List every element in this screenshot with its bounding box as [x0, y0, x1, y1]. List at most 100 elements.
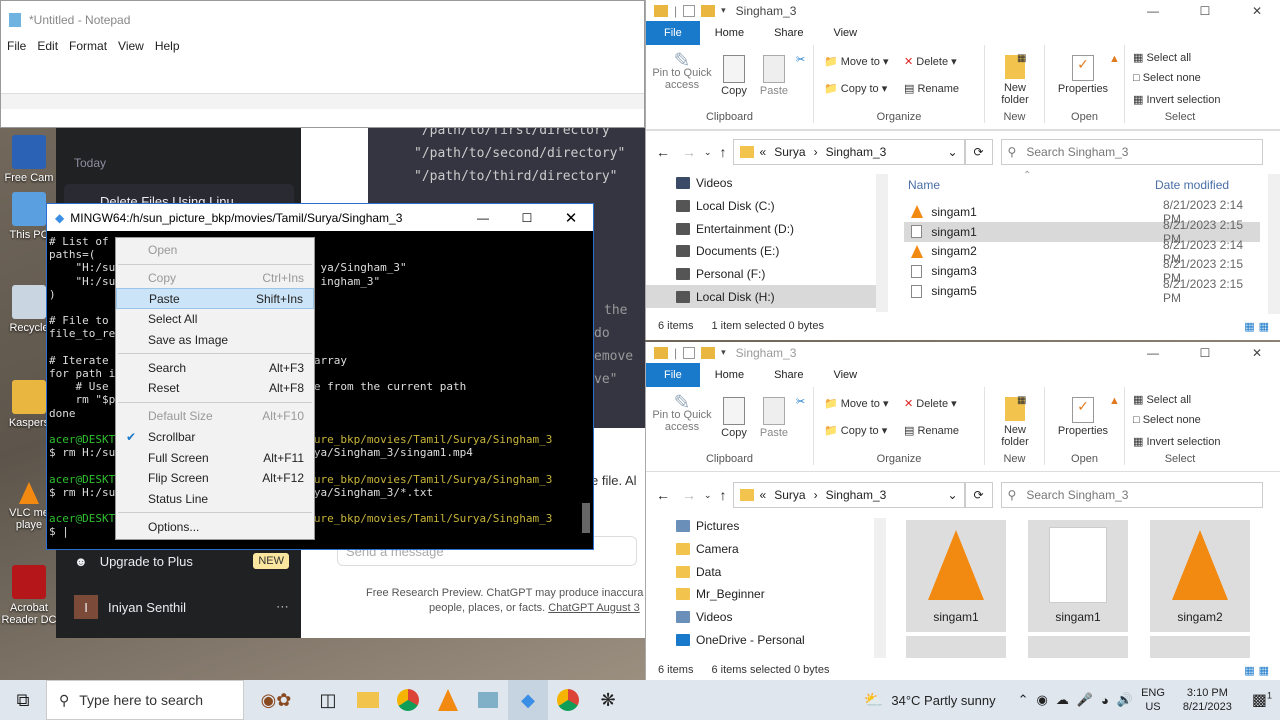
- horizontal-scrollbar[interactable]: [1, 93, 644, 109]
- nav-item[interactable]: Pictures: [646, 515, 878, 538]
- user-profile[interactable]: I Iniyan Senthil ⋯: [74, 595, 289, 619]
- paste-button[interactable]: Paste: [758, 397, 790, 439]
- select-all-button[interactable]: ▦ Select all: [1133, 51, 1191, 64]
- breadcrumb-surya[interactable]: Surya: [774, 145, 805, 159]
- select-none-button[interactable]: □ Select none: [1133, 414, 1201, 426]
- desktop-icon-freecam[interactable]: Free Cam: [0, 135, 58, 184]
- rename-button[interactable]: ▤ Rename: [904, 82, 959, 95]
- taskbar-openai[interactable]: ❋: [588, 680, 628, 720]
- menu-item-search[interactable]: Search Alt+F3: [116, 357, 314, 378]
- recent-chevron-icon[interactable]: ⌄: [704, 147, 712, 158]
- refresh-button[interactable]: ⟳: [964, 139, 993, 165]
- taskbar-mingw[interactable]: ◆: [508, 680, 548, 720]
- menu-item-save-as-image[interactable]: Save as Image: [116, 330, 314, 351]
- nav-item[interactable]: Personal (F:): [646, 263, 888, 286]
- view-toggle-icons[interactable]: ▦▦: [1244, 664, 1273, 677]
- file-scrollbar[interactable]: [1268, 174, 1280, 314]
- taskbar-chrome[interactable]: [388, 680, 428, 720]
- news-widget[interactable]: ◉✿: [244, 680, 308, 720]
- delete-button[interactable]: ✕ Delete ▾: [904, 55, 957, 68]
- menu-format[interactable]: Format: [69, 39, 107, 57]
- terminal-scrollbar[interactable]: [579, 231, 593, 549]
- close-button[interactable]: ✕: [1234, 4, 1280, 18]
- tab-share[interactable]: Share: [759, 369, 818, 381]
- new-folder-button[interactable]: New folder: [993, 55, 1037, 106]
- search-box[interactable]: ⚲ Search Singham_3: [1000, 139, 1263, 165]
- file-tile[interactable]: [1028, 636, 1128, 658]
- menu-item-paste[interactable]: Paste Shift+Ins: [116, 288, 314, 310]
- weather-text[interactable]: 34°C Partly sunny: [891, 693, 995, 708]
- column-date-modified[interactable]: Date modified: [1155, 178, 1229, 192]
- column-name[interactable]: Name: [908, 178, 940, 192]
- minimize-button[interactable]: —: [1130, 4, 1176, 18]
- microphone-icon[interactable]: 🎤: [1077, 692, 1093, 708]
- minimize-button[interactable]: —: [461, 211, 505, 225]
- nav-item[interactable]: Local Disk (H:): [646, 285, 888, 309]
- tab-file[interactable]: File: [646, 21, 700, 45]
- nav-item[interactable]: Entertainment (D:): [646, 217, 888, 240]
- taskbar-search[interactable]: ⚲ Type here to search: [46, 680, 244, 720]
- open-icon[interactable]: ▲: [1109, 395, 1120, 407]
- nav-item[interactable]: OneDrive - Personal: [646, 628, 878, 651]
- new-folder-button[interactable]: New folder: [993, 397, 1037, 448]
- forward-icon[interactable]: →: [682, 144, 696, 160]
- select-none-button[interactable]: □ Select none: [1133, 72, 1201, 84]
- chevron-down-icon[interactable]: ⌄: [947, 488, 957, 502]
- tab-share[interactable]: Share: [759, 27, 818, 39]
- invert-selection-button[interactable]: ▦ Invert selection: [1133, 93, 1220, 106]
- scissors-icon[interactable]: ✂: [796, 395, 805, 408]
- view-toggle-icons[interactable]: ▦▦: [1244, 320, 1273, 333]
- network-icon[interactable]: ◉: [1037, 692, 1048, 708]
- tab-file[interactable]: File: [646, 363, 700, 387]
- nav-scrollbar[interactable]: [874, 518, 886, 658]
- open-icon[interactable]: ▲: [1109, 53, 1120, 65]
- file-tile[interactable]: singam1: [906, 520, 1006, 632]
- nav-item[interactable]: Data: [646, 560, 878, 583]
- desktop-icon-acrobat[interactable]: Acrobat Reader DC: [0, 565, 58, 626]
- language-indicator[interactable]: ENG US: [1141, 686, 1165, 714]
- properties-icon[interactable]: [683, 346, 696, 359]
- maximize-button[interactable]: ☐: [1182, 346, 1228, 360]
- breadcrumb-surya[interactable]: Surya: [774, 488, 805, 502]
- scissors-icon[interactable]: ✂: [796, 53, 805, 66]
- close-button[interactable]: ✕: [1234, 346, 1280, 360]
- menu-item-status-line[interactable]: Status Line: [116, 489, 314, 510]
- clock[interactable]: 3:10 PM 8/21/2023: [1183, 686, 1232, 714]
- qat-chevron-icon[interactable]: ▾: [721, 347, 726, 358]
- taskbar-file-explorer[interactable]: [348, 680, 388, 720]
- cloud-icon[interactable]: ☁: [1056, 692, 1069, 708]
- new-item-icon[interactable]: ▦: [1017, 395, 1026, 406]
- taskbar-vlc[interactable]: [428, 680, 468, 720]
- taskbar-chrome-2[interactable]: [548, 680, 588, 720]
- qat-chevron-icon[interactable]: ▾: [721, 5, 726, 16]
- recent-chevron-icon[interactable]: ⌄: [704, 490, 712, 501]
- close-button[interactable]: ✕: [549, 209, 593, 227]
- breadcrumb-singham[interactable]: Singham_3: [826, 145, 887, 159]
- maximize-button[interactable]: ☐: [505, 211, 549, 225]
- menu-item-scrollbar[interactable]: ✔ Scrollbar: [116, 427, 314, 448]
- menu-item-select-all[interactable]: Select All: [116, 309, 314, 330]
- copy-button[interactable]: Copy: [718, 55, 750, 97]
- back-icon[interactable]: ←: [656, 487, 670, 503]
- tab-view[interactable]: View: [818, 369, 872, 381]
- footer-link[interactable]: ChatGPT August 3: [548, 602, 640, 614]
- copy-to-button[interactable]: 📁 Copy to ▾: [824, 424, 887, 437]
- file-row[interactable]: singam5 8/21/2023 2:15 PM: [904, 277, 1260, 305]
- menu-item-reset[interactable]: Reset Alt+F8: [116, 378, 314, 399]
- notifications-icon[interactable]: ▩1: [1252, 690, 1272, 710]
- maximize-button[interactable]: ☐: [1182, 4, 1228, 18]
- menu-item-options[interactable]: Options...: [116, 516, 314, 537]
- wifi-icon[interactable]: ◕: [1101, 693, 1109, 708]
- search-box[interactable]: ⚲ Search Singham_3: [1000, 482, 1263, 508]
- address-box[interactable]: «Surya › Singham_3 ⌄: [732, 482, 965, 508]
- menu-file[interactable]: File: [7, 39, 26, 57]
- properties-icon[interactable]: [683, 4, 696, 17]
- menu-edit[interactable]: Edit: [37, 39, 58, 57]
- menu-help[interactable]: Help: [155, 39, 180, 57]
- forward-icon[interactable]: →: [682, 487, 696, 503]
- paste-button[interactable]: Paste: [758, 55, 790, 97]
- file-tile[interactable]: singam2: [1150, 520, 1250, 632]
- invert-selection-button[interactable]: ▦ Invert selection: [1133, 435, 1220, 448]
- new-folder-icon[interactable]: [701, 4, 716, 17]
- tab-home[interactable]: Home: [700, 27, 759, 39]
